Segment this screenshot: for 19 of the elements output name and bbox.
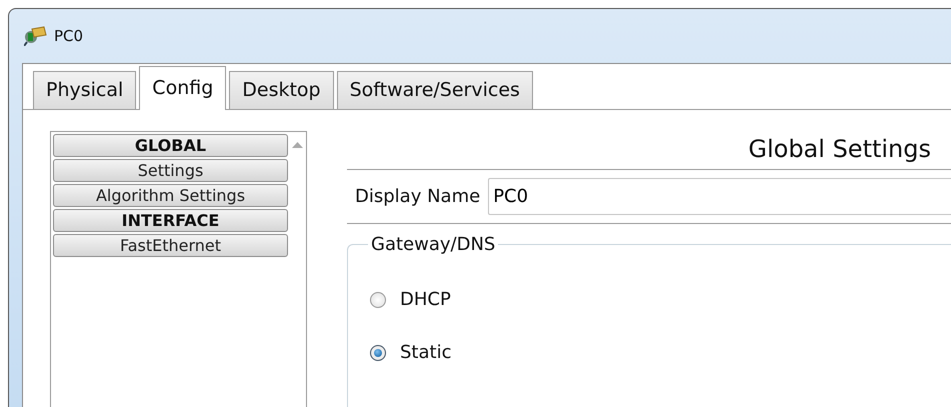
scroll-up-icon[interactable] <box>292 142 302 148</box>
radio-label: Static <box>400 341 452 365</box>
section-header-button[interactable]: INTERFACE <box>53 209 288 232</box>
sidebar-item[interactable]: Settings <box>53 159 288 182</box>
radio-label: DHCP <box>400 288 451 312</box>
pc-icon <box>24 26 48 46</box>
window-title: PC0 <box>54 26 84 47</box>
field-label: Display Name <box>355 185 480 209</box>
tab[interactable]: Software/Services <box>336 71 533 109</box>
radio-button[interactable] <box>370 344 386 360</box>
sidebar-item[interactable]: FastEthernet <box>53 234 288 257</box>
section-header-button[interactable]: GLOBAL <box>53 134 288 157</box>
radio-button[interactable] <box>370 292 386 308</box>
tab[interactable]: Config <box>139 66 226 110</box>
display-name-field[interactable]: PC0 <box>488 178 951 215</box>
sidebar-item[interactable]: Algorithm Settings <box>53 184 288 207</box>
tab[interactable]: Desktop <box>229 71 334 109</box>
section-title: Global Settings <box>748 135 931 163</box>
tab[interactable]: Physical <box>33 71 136 109</box>
